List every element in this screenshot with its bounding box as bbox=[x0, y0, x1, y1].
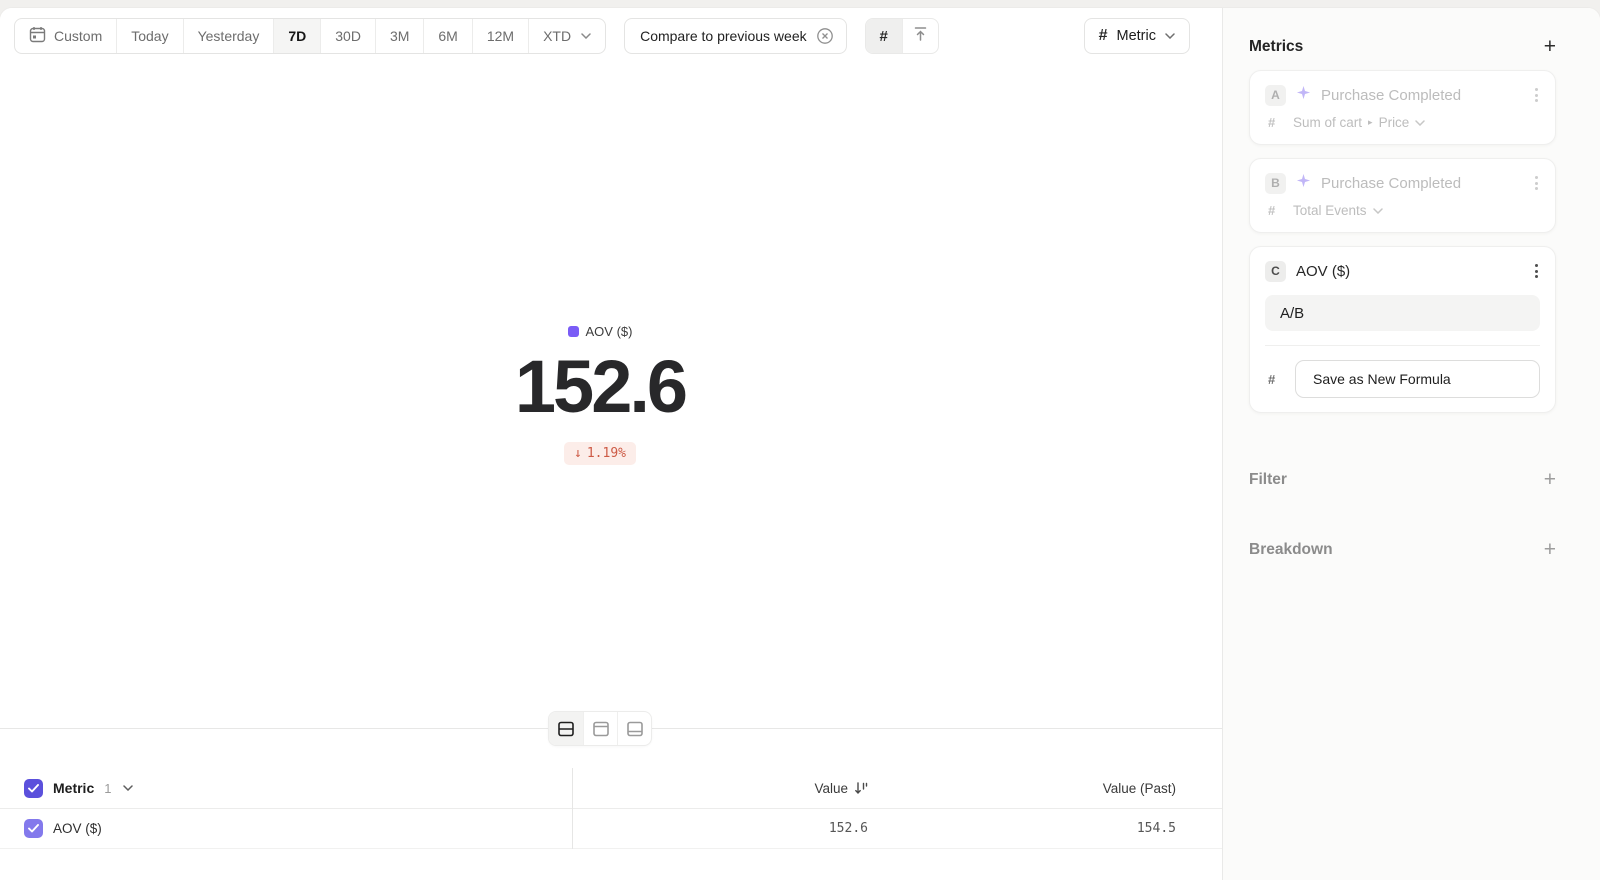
metric-card-title: Purchase Completed bbox=[1321, 87, 1523, 104]
metric-letter-badge: C bbox=[1265, 261, 1286, 282]
query-builder-sidebar: Metrics + A Purchase Completed # Sum of … bbox=[1222, 8, 1600, 880]
breakdown-section-header: Breakdown + bbox=[1249, 539, 1556, 560]
hash-icon: # bbox=[1099, 27, 1108, 45]
aggregation-selector[interactable]: Sum of cart ▸ Price bbox=[1293, 115, 1425, 130]
hash-icon: # bbox=[1268, 203, 1282, 218]
filter-section-title: Filter bbox=[1249, 471, 1287, 489]
metrics-section-header: Metrics + bbox=[1249, 36, 1556, 57]
row-checkbox[interactable] bbox=[24, 819, 43, 838]
range-7d[interactable]: 7D bbox=[274, 19, 321, 53]
absolute-number-toggle[interactable]: # bbox=[866, 19, 902, 53]
table-row[interactable]: AOV ($) 152.6 154.5 bbox=[0, 809, 1222, 849]
card-menu-icon[interactable] bbox=[1533, 84, 1540, 106]
select-all-checkbox[interactable] bbox=[24, 779, 43, 798]
metrics-section-title: Metrics bbox=[1249, 38, 1303, 56]
chart-only-view-button[interactable] bbox=[583, 712, 617, 745]
filter-section-header: Filter + bbox=[1249, 469, 1556, 490]
chevron-down-icon[interactable] bbox=[123, 785, 133, 791]
hash-icon: # bbox=[879, 28, 887, 45]
metric-dropdown-button[interactable]: # Metric bbox=[1084, 18, 1190, 54]
change-badge: ↓ 1.19% bbox=[564, 442, 636, 465]
metric-dropdown-label: Metric bbox=[1117, 28, 1156, 44]
value-format-toggle: # bbox=[865, 18, 939, 54]
chevron-down-icon bbox=[581, 33, 591, 39]
arrow-up-to-line-icon bbox=[913, 26, 928, 47]
date-range-picker: Custom Today Yesterday 7D 30D 3M 6M 12M … bbox=[14, 18, 606, 54]
range-3m[interactable]: 3M bbox=[376, 19, 424, 53]
formula-card-title: AOV ($) bbox=[1296, 263, 1523, 280]
compare-chip[interactable]: Compare to previous week bbox=[624, 18, 847, 54]
add-filter-button[interactable]: + bbox=[1544, 469, 1556, 490]
range-today[interactable]: Today bbox=[117, 19, 183, 53]
arrow-down-icon: ↓ bbox=[574, 446, 582, 461]
metric-letter-badge: A bbox=[1265, 85, 1286, 106]
hash-icon: # bbox=[1268, 115, 1282, 130]
triangle-separator-icon: ▸ bbox=[1368, 117, 1373, 128]
formula-text: A/B bbox=[1280, 305, 1304, 322]
card-divider bbox=[1265, 345, 1540, 346]
big-number-value: 152.6 bbox=[0, 352, 1200, 422]
range-30d[interactable]: 30D bbox=[321, 19, 376, 53]
report-toolbar: Custom Today Yesterday 7D 30D 3M 6M 12M … bbox=[14, 18, 1190, 54]
metric-card-b[interactable]: B Purchase Completed # Total Events bbox=[1249, 158, 1556, 233]
row-value-past: 154.5 bbox=[1137, 821, 1176, 836]
event-sparkle-icon bbox=[1296, 173, 1311, 193]
range-12m[interactable]: 12M bbox=[473, 19, 529, 53]
range-label: Custom bbox=[54, 28, 102, 44]
table-header-row: Metric 1 Value Value (Past) bbox=[0, 768, 1222, 809]
card-menu-icon[interactable] bbox=[1533, 260, 1540, 282]
app-window: Custom Today Yesterday 7D 30D 3M 6M 12M … bbox=[0, 8, 1600, 880]
card-menu-icon[interactable] bbox=[1533, 172, 1540, 194]
aggregation-selector[interactable]: Total Events bbox=[1293, 203, 1383, 218]
formula-card-c[interactable]: C AOV ($) A/B # Save as New Formula bbox=[1249, 246, 1556, 413]
table-only-view-button[interactable] bbox=[617, 712, 651, 745]
save-as-new-formula-button[interactable]: Save as New Formula bbox=[1295, 360, 1540, 398]
sort-descending-icon[interactable] bbox=[854, 781, 868, 795]
range-xtd[interactable]: XTD bbox=[529, 19, 605, 53]
split-view-button[interactable] bbox=[549, 712, 583, 745]
chevron-down-icon bbox=[1415, 120, 1425, 126]
value-past-column-header[interactable]: Value (Past) bbox=[1103, 781, 1176, 796]
range-6m[interactable]: 6M bbox=[424, 19, 472, 53]
change-percent: 1.19% bbox=[587, 446, 626, 461]
row-metric-name: AOV ($) bbox=[53, 821, 102, 836]
remove-compare-icon[interactable] bbox=[816, 27, 834, 45]
breakdown-section-title: Breakdown bbox=[1249, 541, 1333, 559]
value-column-header[interactable]: Value bbox=[814, 781, 848, 796]
metric-card-a[interactable]: A Purchase Completed # Sum of cart ▸ Pri… bbox=[1249, 70, 1556, 145]
event-sparkle-icon bbox=[1296, 85, 1311, 105]
chevron-down-icon bbox=[1165, 33, 1175, 39]
metric-count: 1 bbox=[104, 781, 111, 796]
add-breakdown-button[interactable]: + bbox=[1544, 539, 1556, 560]
compare-chip-label: Compare to previous week bbox=[640, 28, 807, 44]
add-metric-button[interactable]: + bbox=[1544, 36, 1556, 57]
cumulative-toggle[interactable] bbox=[902, 19, 938, 53]
report-main-panel: Custom Today Yesterday 7D 30D 3M 6M 12M … bbox=[0, 8, 1222, 880]
row-value: 152.6 bbox=[829, 821, 868, 836]
range-custom[interactable]: Custom bbox=[15, 19, 117, 53]
legend-swatch bbox=[568, 326, 579, 337]
metric-column-header: Metric bbox=[53, 780, 94, 796]
range-yesterday[interactable]: Yesterday bbox=[184, 19, 275, 53]
chart-legend: AOV ($) bbox=[568, 324, 633, 339]
calendar-icon bbox=[29, 26, 46, 46]
big-number-chart: AOV ($) 152.6 ↓ 1.19% bbox=[0, 324, 1200, 465]
hash-icon: # bbox=[1268, 372, 1282, 387]
chevron-down-icon bbox=[1373, 208, 1383, 214]
metric-letter-badge: B bbox=[1265, 173, 1286, 194]
formula-input[interactable]: A/B bbox=[1265, 295, 1540, 331]
legend-label: AOV ($) bbox=[586, 324, 633, 339]
layout-switcher bbox=[548, 711, 652, 746]
table-column-divider bbox=[572, 768, 573, 849]
metric-card-title: Purchase Completed bbox=[1321, 175, 1523, 192]
